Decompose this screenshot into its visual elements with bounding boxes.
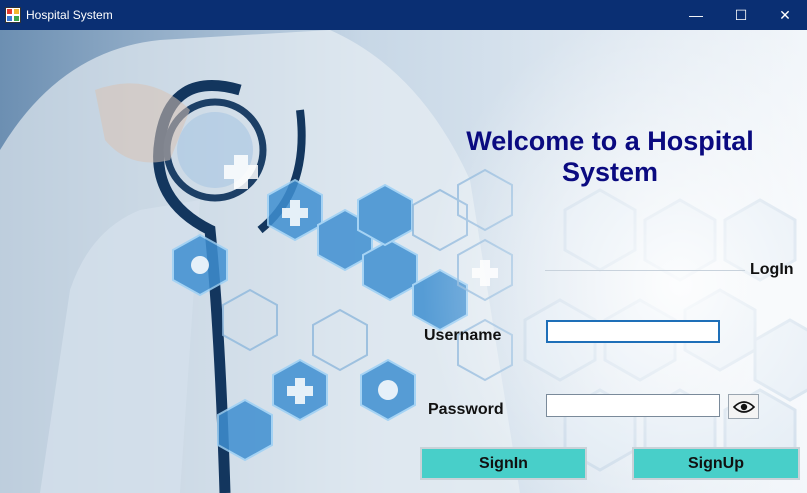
maximize-button[interactable]: ☐ xyxy=(719,0,763,30)
password-label: Password xyxy=(428,401,504,418)
signup-button[interactable]: SignUp xyxy=(632,447,800,480)
app-window-icon xyxy=(5,7,21,23)
welcome-heading: Welcome to a Hospital System xyxy=(420,126,800,188)
title-bar: Hospital System — ☐ ✕ xyxy=(0,0,807,30)
close-button[interactable]: ✕ xyxy=(763,0,807,30)
close-icon: ✕ xyxy=(779,6,791,23)
window-title: Hospital System xyxy=(26,8,113,22)
eye-icon xyxy=(732,400,755,413)
password-input[interactable] xyxy=(546,394,720,417)
login-section-label: LogIn xyxy=(750,261,794,278)
username-input[interactable] xyxy=(546,320,720,343)
medical-background-image xyxy=(0,30,807,493)
maximize-icon: ☐ xyxy=(734,6,748,23)
login-form: Welcome to a Hospital System LogIn Usern… xyxy=(0,30,807,493)
minimize-icon: — xyxy=(689,7,703,23)
minimize-button[interactable]: — xyxy=(674,0,718,30)
show-password-button[interactable] xyxy=(728,394,759,419)
welcome-line-1: Welcome to a Hospital xyxy=(466,126,754,156)
signin-button[interactable]: SignIn xyxy=(420,447,587,480)
username-label: Username xyxy=(424,327,502,344)
divider xyxy=(545,270,745,271)
welcome-line-2: System xyxy=(561,157,659,187)
